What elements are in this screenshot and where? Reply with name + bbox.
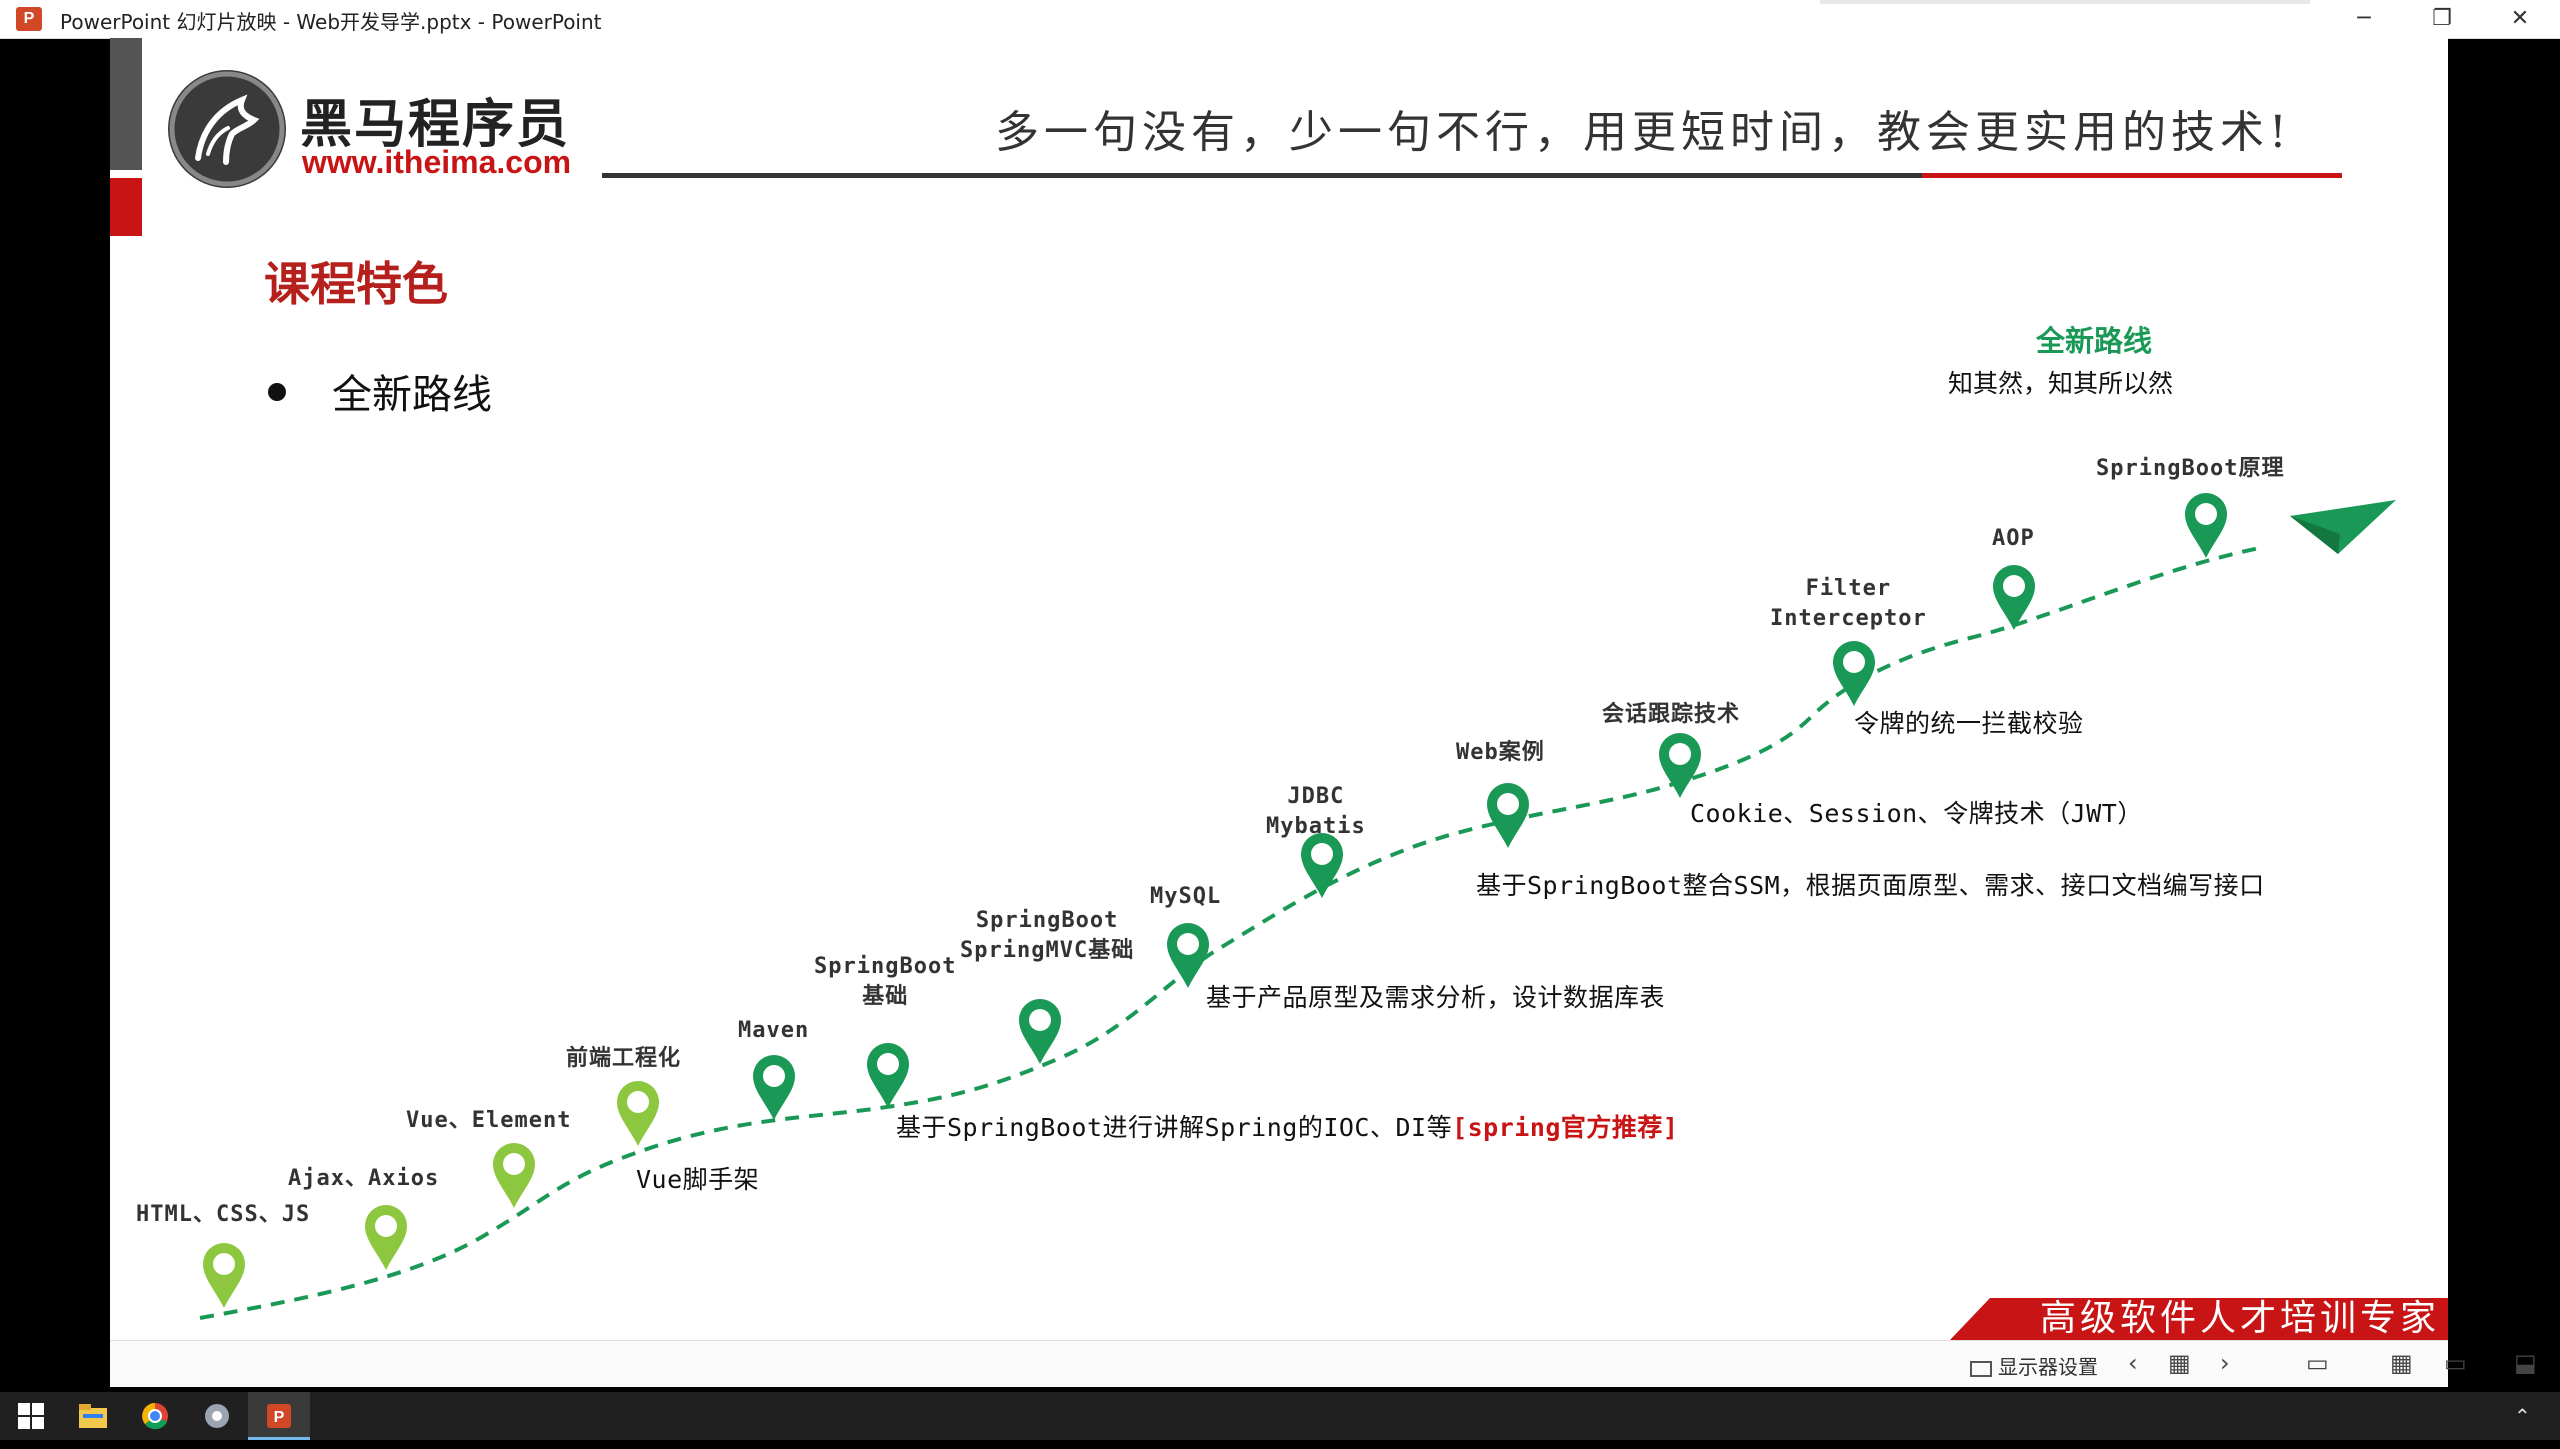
learning-route-diagram [199, 493, 2396, 1320]
milestone-label-frontend-engineering: 前端工程化 [566, 1046, 682, 1071]
location-pin-hole [213, 1253, 235, 1275]
location-pin-icon [1301, 833, 1343, 898]
monitor-icon [1970, 1360, 1992, 1377]
window-title: PowerPoint 幻灯片放映 - Web开发导学.pptx - PowerP… [60, 10, 602, 34]
next-slide-button[interactable]: › [2220, 1349, 2230, 1377]
slide-sorter-button[interactable]: ▦ [2390, 1349, 2413, 1377]
milestone-label-session-tracking: 会话跟踪技术 [1602, 702, 1741, 727]
slide-grid-button[interactable]: ▦ [2168, 1349, 2191, 1377]
location-pin-icon [617, 1081, 659, 1146]
restore-button[interactable]: ❐ [2404, 0, 2480, 38]
powerpoint-app-icon[interactable]: P [16, 7, 42, 31]
slideshow-button[interactable]: ⬓ [2514, 1349, 2537, 1377]
slideshow-control-bar: 显示器设置 ‹ ▦ › ▭ ▦ ▭ ⬓ [110, 1340, 2537, 1387]
minimize-button[interactable]: ─ [2326, 0, 2402, 38]
paper-plane-icon [2290, 500, 2396, 554]
reading-view-button[interactable]: ▭ [2444, 1349, 2467, 1377]
milestone-label-mysql: MySQL [1150, 884, 1222, 909]
milestone-label-aop: AOP [1992, 526, 2035, 551]
route-tag: 全新路线 [2036, 324, 2153, 358]
milestone-label-ajax: Ajax、Axios [288, 1166, 440, 1191]
display-settings-button[interactable]: 显示器设置 [1970, 1351, 2098, 1380]
previous-slide-button[interactable]: ‹ [2128, 1349, 2138, 1377]
location-pin-icon [753, 1055, 795, 1120]
milestone-label-springboot-principle: SpringBoot原理 [2096, 456, 2285, 481]
location-pin-hole [1669, 743, 1691, 765]
milestone-label-maven: Maven [738, 1018, 810, 1043]
desc-db-design: 基于产品原型及需求分析，设计数据库表 [1206, 983, 1666, 1012]
location-pin-icon [1993, 565, 2035, 630]
location-pin-hole [1029, 1009, 1051, 1031]
location-pin-icon [203, 1243, 245, 1308]
location-pin-hole [1177, 933, 1199, 955]
location-pin-icon [1487, 783, 1529, 848]
location-pin-hole [627, 1091, 649, 1113]
slide[interactable]: 黑马程序员 www.itheima.com 多一句没有，少一句不行，用更短时间，… [110, 38, 2448, 1340]
desc-springboot-ioc-text: 基于SpringBoot进行讲解Spring的IOC、DI等 [896, 1113, 1453, 1142]
chevron-up-icon[interactable]: ⌃ [2514, 1404, 2531, 1428]
location-pin-hole [375, 1215, 397, 1237]
location-pin-hole [763, 1065, 785, 1087]
window-title-bar: P PowerPoint 幻灯片放映 - Web开发导学.pptx - Powe… [0, 0, 2560, 39]
normal-view-button[interactable]: ▭ [2306, 1349, 2329, 1377]
location-pin-icon [1833, 641, 1875, 706]
file-explorer-icon[interactable] [62, 1392, 124, 1440]
windows-taskbar: P ⌃ [0, 1392, 2560, 1440]
desc-springboot-ioc: 基于SpringBoot进行讲解Spring的IOC、DI等[spring官方推… [896, 1108, 1679, 1144]
location-pin-hole [1843, 651, 1865, 673]
location-pin-hole [503, 1153, 525, 1175]
title-bar-search-strip [1820, 0, 2310, 4]
milestone-label-html: HTML、CSS、JS [136, 1202, 311, 1227]
route-dashed-line [199, 546, 2261, 1320]
powerpoint-icon[interactable]: P [248, 1392, 310, 1440]
desc-ssm-api: 基于SpringBoot整合SSM，根据页面原型、需求、接口文档编写接口 [1476, 871, 2265, 900]
milestone-label-vue: Vue、Element [406, 1108, 572, 1133]
milestone-label-springmvc: SpringBoot SpringMVC基础 [960, 908, 1135, 963]
svg-text:P: P [274, 1409, 285, 1426]
location-pin-icon [365, 1205, 407, 1270]
app-icon[interactable] [186, 1392, 248, 1440]
milestone-label-jdbc-mybatis: JDBC Mybatis [1266, 784, 1366, 839]
milestone-label-web-case: Web案例 [1456, 740, 1545, 765]
start-icon[interactable] [0, 1392, 62, 1440]
location-pin-icon [493, 1143, 535, 1208]
milestone-label-springboot-basics: SpringBoot 基础 [814, 954, 957, 1009]
location-pin-hole [1497, 793, 1519, 815]
desc-vue-scaffold: Vue脚手架 [636, 1165, 760, 1194]
location-pin-icon [867, 1043, 909, 1108]
desc-session: Cookie、Session、令牌技术（JWT） [1690, 799, 2143, 828]
desc-springboot-ioc-highlight: [spring官方推荐] [1452, 1113, 1679, 1142]
banner-text: 高级软件人才培训专家 [2040, 1298, 2441, 1339]
location-pin-hole [1311, 843, 1333, 865]
location-pin-hole [2195, 503, 2217, 525]
close-button[interactable]: ✕ [2482, 0, 2558, 38]
location-pin-hole [2003, 575, 2025, 597]
desc-principle: 知其然，知其所以然 [1948, 369, 2174, 398]
desc-token-check: 令牌的统一拦截校验 [1854, 709, 2084, 738]
location-pin-hole [877, 1053, 899, 1075]
location-pin-icon [2185, 493, 2227, 558]
chrome-icon[interactable] [124, 1392, 186, 1440]
milestone-label-filter-interceptor: Filter Interceptor [1770, 576, 1927, 631]
location-pin-icon [1167, 923, 1209, 988]
location-pin-icon [1019, 999, 1061, 1064]
location-pin-icon [1659, 733, 1701, 798]
display-settings-label: 显示器设置 [1998, 1355, 2098, 1379]
